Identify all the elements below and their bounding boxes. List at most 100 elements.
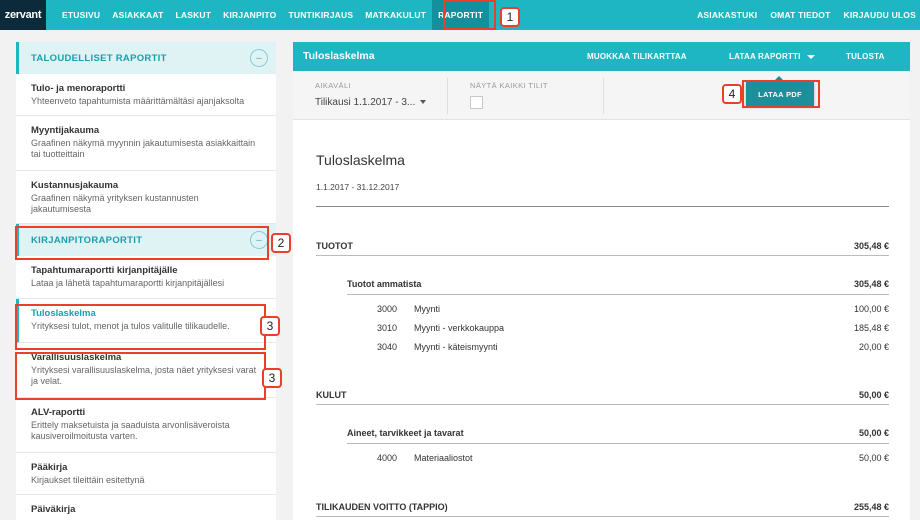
reports-sidebar: TALOUDELLISET RAPORTIT – Tulo- ja menora… [16, 42, 276, 520]
income-row: TUOTOT 305,48 € [316, 241, 889, 255]
highlight-raportit [443, 0, 496, 30]
cost-group-row: Aineet, tarvikkeet ja tavarat 50,00 € [316, 428, 889, 442]
sidebar-item-paivakirja[interactable]: Päiväkirja [16, 495, 276, 520]
print-button[interactable]: TULOSTA [846, 52, 885, 61]
divider [316, 404, 889, 405]
sidebar-item-title: ALV-raportti [31, 407, 86, 418]
account-number: 3010 [377, 323, 398, 333]
nav-omat-tiedot[interactable]: OMAT TIEDOT [770, 10, 830, 20]
nav-matkakulut[interactable]: MATKAKULUT [365, 10, 426, 20]
show-all-accounts-label: NÄYTÄ KAIKKI TILIT [470, 81, 548, 90]
sidebar-item-paakirja[interactable]: Pääkirja Kirjaukset tileittäin esitettyn… [16, 453, 276, 495]
account-row: 3000 Myynti 100,00 € [316, 304, 889, 318]
row-label: Tuotot ammatista [347, 279, 422, 289]
annotation-badge-4: 4 [722, 84, 742, 104]
account-row: 3040 Myynti - käteismyynti 20,00 € [316, 342, 889, 356]
account-name: Myynti - käteismyynti [414, 342, 498, 352]
profit-row: TILIKAUDEN VOITTO (TAPPIO) 255,48 € [316, 502, 889, 516]
report-header: Tuloslaskelma MUOKKAA TILIKARTTAA LATAA … [293, 42, 910, 71]
user-menu: ASIAKASTUKI OMAT TIEDOT KIRJAUDU ULOS [684, 0, 916, 30]
chevron-down-icon [806, 54, 815, 59]
divider [316, 206, 889, 207]
account-amount: 50,00 € [858, 453, 889, 463]
sidebar-item-tapahtumaraportti[interactable]: Tapahtumaraportti kirjanpitäjälle Lataa … [16, 256, 276, 299]
row-label: TILIKAUDEN VOITTO (TAPPIO) [316, 502, 448, 512]
show-all-accounts-checkbox[interactable] [470, 96, 483, 109]
divider [316, 516, 889, 517]
nav-kirjaudu-ulos[interactable]: KIRJAUDU ULOS [844, 10, 917, 20]
account-name: Myynti [414, 304, 441, 314]
filter-divider [603, 78, 604, 114]
filter-divider [447, 78, 448, 114]
row-label: TUOTOT [316, 241, 353, 251]
sidebar-item-title: Kustannusjakauma [31, 180, 119, 191]
edit-chart-of-accounts-button[interactable]: MUOKKAA TILIKARTTAA [587, 52, 687, 61]
divider [347, 443, 889, 444]
highlight-kirjanpitoraportit [15, 226, 269, 260]
row-amount: 305,48 € [853, 241, 889, 251]
divider [347, 294, 889, 295]
annotation-badge-2: 2 [271, 233, 291, 253]
account-amount: 185,48 € [853, 323, 889, 333]
account-number: 4000 [377, 453, 398, 463]
sidebar-item-desc: Erittely maksetuista ja saaduista arvonl… [31, 420, 230, 441]
report-title: Tuloslaskelma [316, 152, 405, 168]
nav-tuntikirjaus[interactable]: TUNTIKIRJAUS [288, 10, 353, 20]
sidebar-item-desc: Lataa ja lähetä tapahtumaraportti kirjan… [31, 278, 225, 288]
account-number: 3000 [377, 304, 398, 314]
sidebar-item-title: Tapahtumaraportti kirjanpitäjälle [31, 265, 178, 276]
collapse-icon[interactable]: – [250, 49, 268, 67]
nav-laskut[interactable]: LASKUT [175, 10, 211, 20]
row-amount: 50,00 € [858, 390, 889, 400]
sidebar-item-title: Päiväkirja [31, 504, 76, 515]
account-name: Myynti - verkkokauppa [414, 323, 505, 333]
download-report-label: LATAA RAPORTTI [729, 52, 801, 61]
account-number: 3040 [377, 342, 398, 352]
period-value: Tilikausi 1.1.2017 - 3... [315, 97, 416, 108]
download-report-button[interactable]: LATAA RAPORTTI [729, 52, 815, 61]
sidebar-item-desc: Yhteenveto tapahtumista määrittämältäsi … [31, 96, 245, 106]
account-name: Materiaaliostot [414, 453, 473, 463]
income-group-row: Tuotot ammatista 305,48 € [316, 279, 889, 293]
nav-asiakkaat[interactable]: ASIAKKAAT [112, 10, 163, 20]
report-period: 1.1.2017 - 31.12.2017 [316, 182, 400, 192]
nav-kirjanpito[interactable]: KIRJANPITO [223, 10, 276, 20]
section-title: TALOUDELLISET RAPORTIT [31, 52, 167, 64]
sidebar-item-desc: Kirjaukset tileittäin esitettynä [31, 475, 145, 485]
sidebar-item-desc: Graafinen näkymä myynnin jakautumisesta … [31, 138, 256, 159]
annotation-badge-3a: 3 [260, 316, 280, 336]
sidebar-item-myyntijakauma[interactable]: Myyntijakauma Graafinen näkymä myynnin j… [16, 116, 276, 171]
divider [316, 255, 889, 256]
account-amount: 100,00 € [853, 304, 889, 314]
row-amount: 50,00 € [858, 428, 889, 438]
sidebar-item-title: Tulo- ja menoraportti [31, 83, 126, 94]
sidebar-item-desc: Graafinen näkymä yrityksen kustannusten … [31, 193, 199, 214]
row-amount: 305,48 € [853, 279, 889, 289]
nav-etusivu[interactable]: ETUSIVU [62, 10, 100, 20]
row-label: Aineet, tarvikkeet ja tavarat [347, 428, 464, 438]
sidebar-item-title: Myyntijakauma [31, 125, 100, 136]
highlight-download-pdf [742, 80, 820, 108]
highlight-varallisuuslaskelma [15, 352, 266, 400]
account-amount: 20,00 € [858, 342, 889, 352]
zervant-logo[interactable]: zervant [0, 0, 46, 30]
income-statement: Tuloslaskelma 1.1.2017 - 31.12.2017 TUOT… [316, 152, 889, 517]
sidebar-item-title: Pääkirja [31, 462, 68, 473]
report-panel: Tuloslaskelma MUOKKAA TILIKARTTAA LATAA … [293, 42, 910, 520]
sidebar-item-tulo-menoraportti[interactable]: Tulo- ja menoraportti Yhteenveto tapahtu… [16, 74, 276, 116]
annotation-badge-1: 1 [500, 7, 520, 27]
sidebar-item-kustannusjakauma[interactable]: Kustannusjakauma Graafinen näkymä yrityk… [16, 171, 276, 224]
sidebar-item-alv-raportti[interactable]: ALV-raportti Erittely maksetuista ja saa… [16, 398, 276, 453]
nav-asiakastuki[interactable]: ASIAKASTUKI [697, 10, 757, 20]
row-label: KULUT [316, 390, 347, 400]
account-row: 4000 Materiaaliostot 50,00 € [316, 453, 889, 467]
chevron-down-icon [420, 100, 427, 105]
section-financial-reports[interactable]: TALOUDELLISET RAPORTIT – [16, 42, 276, 74]
period-label: AIKAVÄLI [315, 81, 351, 90]
account-row: 3010 Myynti - verkkokauppa 185,48 € [316, 323, 889, 337]
costs-row: KULUT 50,00 € [316, 390, 889, 404]
highlight-tuloslaskelma [15, 304, 266, 350]
annotation-badge-3b: 3 [262, 368, 282, 388]
main-menu: ETUSIVU ASIAKKAAT LASKUT KIRJANPITO TUNT… [62, 0, 495, 30]
period-select[interactable]: Tilikausi 1.1.2017 - 3... [315, 97, 427, 108]
